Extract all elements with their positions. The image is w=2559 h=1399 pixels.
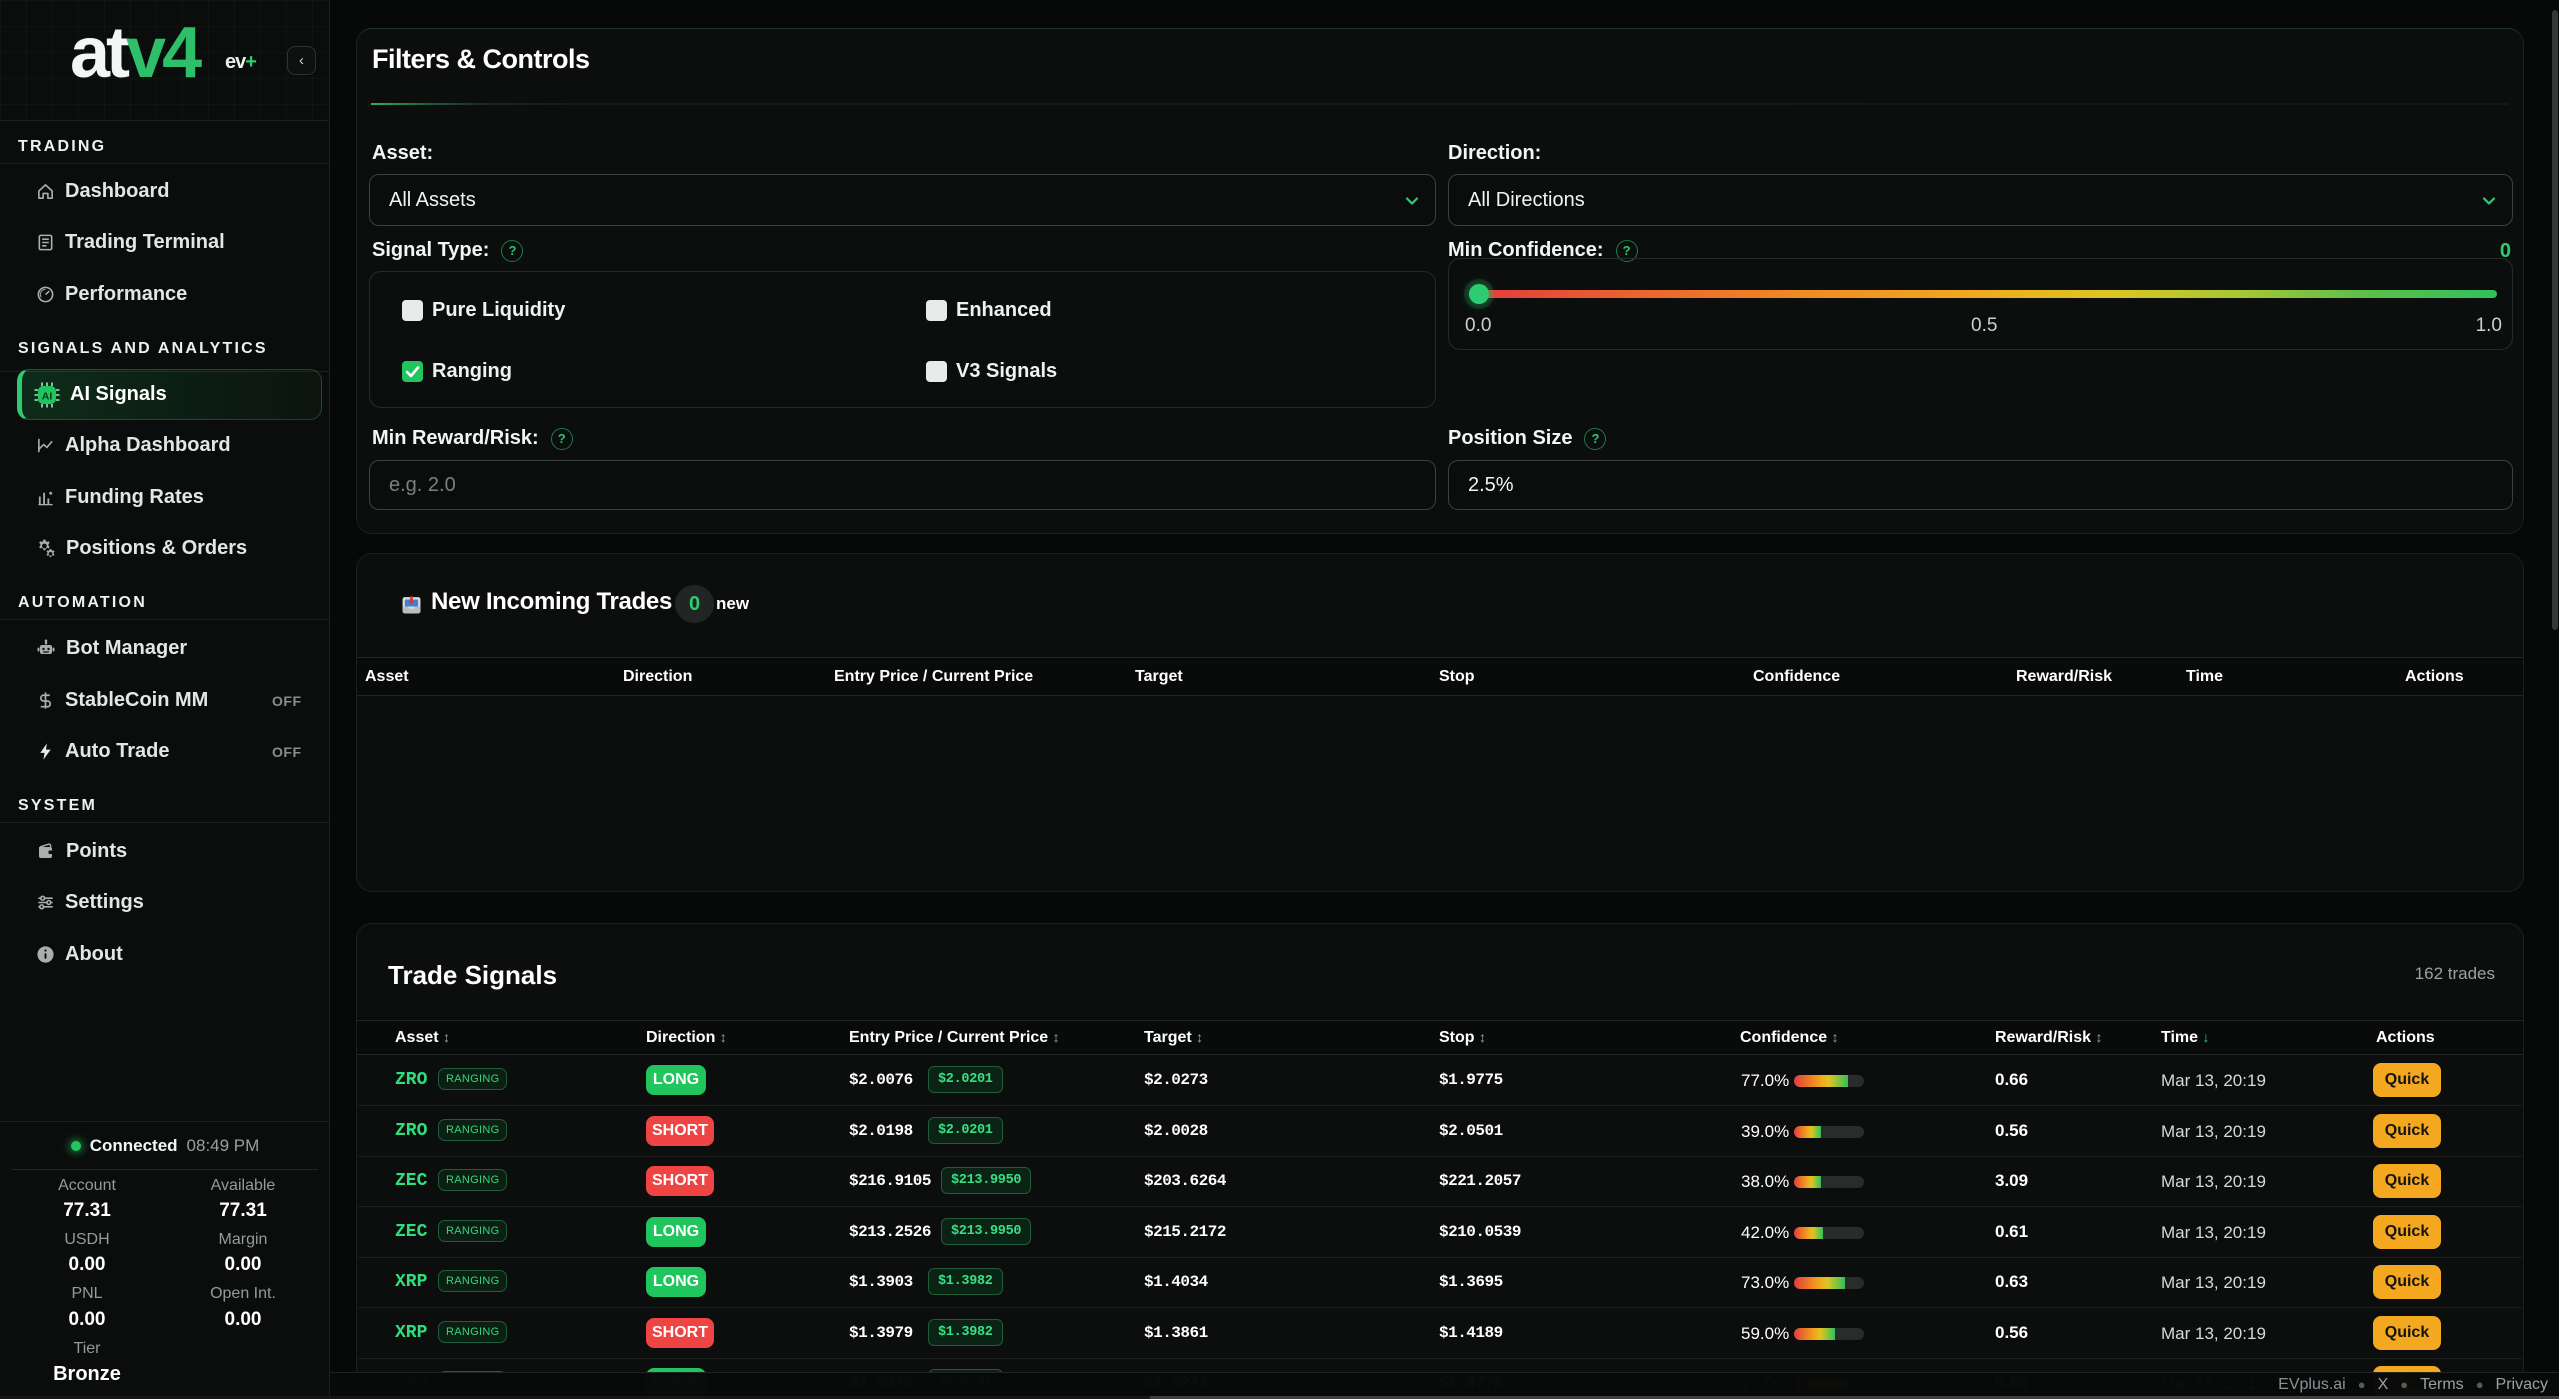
svg-text:AI: AI bbox=[42, 390, 53, 402]
